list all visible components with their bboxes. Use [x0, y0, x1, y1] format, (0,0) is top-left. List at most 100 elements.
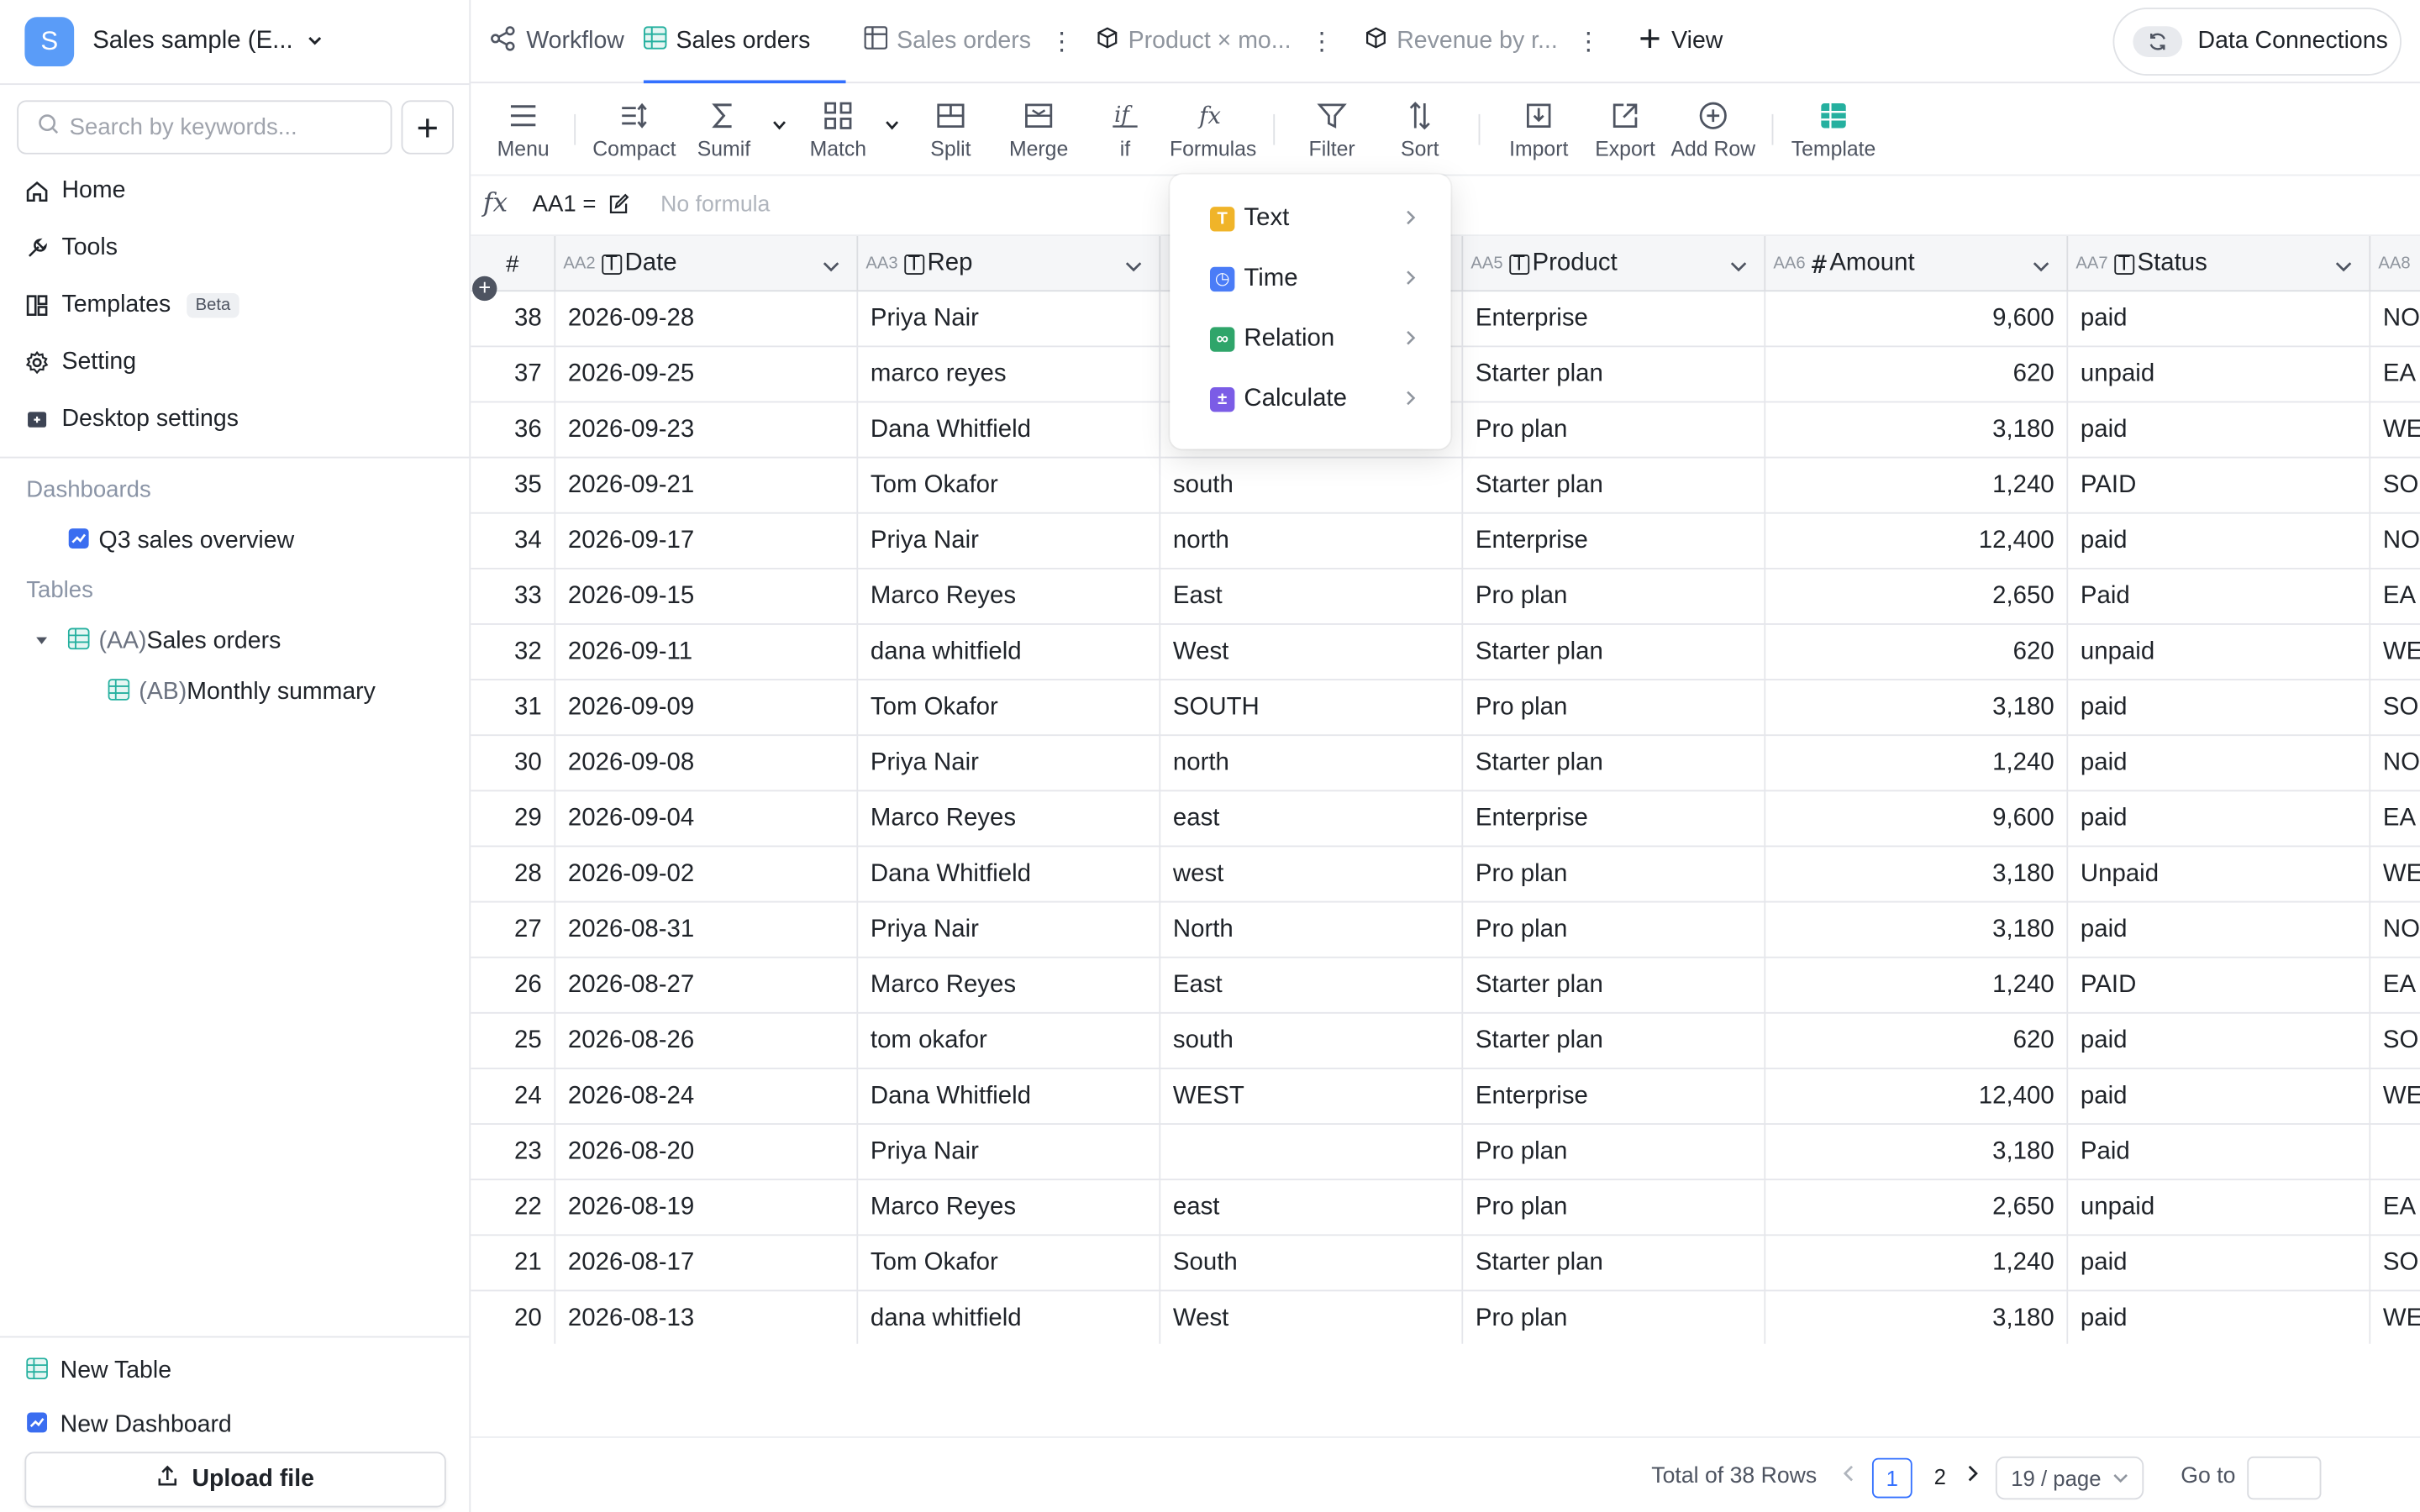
cell-aa8[interactable]: NO [2370, 514, 2420, 570]
new-dashboard-button[interactable]: New Dashboard [26, 1407, 232, 1444]
cell-product[interactable]: Enterprise [1463, 791, 1766, 848]
cell-rep[interactable]: Marco Reyes [858, 569, 1161, 625]
cell-amount[interactable]: 9,600 [1765, 291, 2069, 348]
cell-date[interactable]: 2026-08-24 [555, 1068, 859, 1125]
cell-rep[interactable]: tom okafor [858, 1013, 1161, 1069]
data-connections-button[interactable]: Data Connections [2112, 8, 2402, 76]
new-table-button[interactable]: New Table [26, 1353, 171, 1390]
cell-index[interactable]: 22 [471, 1180, 556, 1236]
cell-aa8[interactable]: EA [2370, 1180, 2420, 1236]
cell-aa8[interactable]: SO [2370, 1236, 2420, 1291]
cell-rep[interactable]: Priya Nair [858, 1124, 1161, 1181]
cell-region[interactable] [1160, 1124, 1464, 1181]
formulas-button[interactable]: fx Formulas [1168, 99, 1258, 160]
cell-index[interactable]: 24 [471, 1068, 556, 1125]
cell-amount[interactable]: 1,240 [1765, 736, 2069, 792]
cell-rep[interactable]: Tom Okafor [858, 458, 1161, 514]
cell-date[interactable]: 2026-09-09 [555, 680, 859, 737]
goto-input[interactable] [2247, 1456, 2322, 1500]
cell-rep[interactable]: Tom Okafor [858, 1236, 1161, 1292]
cell-product[interactable]: Starter plan [1463, 958, 1766, 1014]
column-header-rep[interactable]: AA3 T Rep [858, 236, 1161, 292]
cell-date[interactable]: 2026-08-17 [555, 1236, 859, 1292]
cell-status[interactable]: unpaid [2068, 1180, 2371, 1236]
cell-product[interactable]: Starter plan [1463, 1236, 1766, 1292]
cell-region[interactable]: South [1160, 1236, 1464, 1292]
cell-region[interactable]: south [1160, 1013, 1464, 1069]
cell-aa8[interactable]: WE [2370, 847, 2420, 902]
cell-product[interactable]: Enterprise [1463, 291, 1766, 348]
cell-index[interactable]: 30 [471, 736, 556, 792]
cell-amount[interactable]: 12,400 [1765, 513, 2069, 570]
if-button[interactable]: if if [1107, 99, 1144, 160]
cell-date[interactable]: 2026-09-04 [555, 791, 859, 848]
upload-file-button[interactable]: Upload file [24, 1452, 446, 1508]
cell-index[interactable]: 20 [471, 1291, 556, 1344]
cell-amount[interactable]: 1,240 [1765, 1236, 2069, 1292]
column-header-date[interactable]: AA2 T Date [555, 236, 859, 292]
menu-item-time[interactable]: ◷ Time [1170, 251, 1450, 307]
cell-amount[interactable]: 620 [1765, 1013, 2069, 1069]
page-1-button[interactable]: 1 [1871, 1457, 1912, 1499]
cell-amount[interactable]: 3,180 [1765, 1291, 2069, 1344]
tab-workflow[interactable]: Workflow [489, 0, 624, 83]
cell-date[interactable]: 2026-08-26 [555, 1013, 859, 1069]
cell-amount[interactable]: 1,240 [1765, 458, 2069, 514]
cell-rep[interactable]: marco reyes [858, 347, 1161, 403]
add-row-button[interactable]: Add Row [1670, 99, 1756, 160]
cell-index[interactable]: 34 [471, 513, 556, 570]
cell-region[interactable]: West [1160, 1291, 1464, 1344]
cell-amount[interactable]: 2,650 [1765, 569, 2069, 625]
cell-aa8[interactable] [2370, 1125, 2420, 1180]
split-button[interactable]: Split [924, 99, 976, 160]
cell-status[interactable]: PAID [2068, 458, 2371, 514]
cell-status[interactable]: paid [2068, 1236, 2371, 1292]
sumif-dropdown-icon[interactable] [771, 118, 786, 135]
cell-product[interactable]: Pro plan [1463, 902, 1766, 958]
cell-date[interactable]: 2026-08-27 [555, 958, 859, 1014]
more-vertical-icon[interactable]: ⋮ [1576, 26, 1601, 57]
cell-rep[interactable]: Dana Whitfield [858, 402, 1161, 459]
cell-rep[interactable]: dana whitfield [858, 1291, 1161, 1344]
add-button[interactable] [401, 100, 454, 155]
tab-revenue-pivot[interactable]: Revenue by r... ⋮ [1365, 0, 1601, 83]
cell-rep[interactable]: dana whitfield [858, 624, 1161, 680]
cell-rep[interactable]: Priya Nair [858, 513, 1161, 570]
template-button[interactable]: Template [1787, 99, 1880, 160]
cell-amount[interactable]: 3,180 [1765, 902, 2069, 958]
cell-amount[interactable]: 620 [1765, 624, 2069, 680]
dashboard-item[interactable]: Q3 sales overview [68, 523, 294, 560]
cell-aa8[interactable]: WE [2370, 1291, 2420, 1343]
cell-index[interactable]: 36 [471, 402, 556, 459]
cell-aa8[interactable]: EA [2370, 791, 2420, 847]
cell-index[interactable]: 27 [471, 902, 556, 958]
cell-aa8[interactable]: SO [2370, 680, 2420, 736]
cell-status[interactable]: paid [2068, 1068, 2371, 1125]
cell-rep[interactable]: Marco Reyes [858, 791, 1161, 848]
cell-region[interactable]: SOUTH [1160, 680, 1464, 737]
cell-aa8[interactable]: EA [2370, 958, 2420, 1014]
sumif-button[interactable]: Sumif [693, 99, 755, 160]
page-2-button[interactable]: 2 [1920, 1458, 1960, 1499]
cell-status[interactable]: Unpaid [2068, 847, 2371, 903]
nav-home[interactable]: Home [24, 171, 125, 212]
export-button[interactable]: Export [1593, 99, 1658, 160]
cell-product[interactable]: Starter plan [1463, 1013, 1766, 1069]
cell-status[interactable]: PAID [2068, 958, 2371, 1014]
cell-status[interactable]: Paid [2068, 1124, 2371, 1181]
cell-status[interactable]: paid [2068, 513, 2371, 570]
more-vertical-icon[interactable]: ⋮ [1050, 26, 1074, 57]
cell-amount[interactable]: 9,600 [1765, 791, 2069, 848]
cell-index[interactable]: 35 [471, 458, 556, 514]
cell-amount[interactable]: 3,180 [1765, 402, 2069, 459]
cell-aa8[interactable]: NO [2370, 902, 2420, 958]
cell-date[interactable]: 2026-08-13 [555, 1291, 859, 1344]
cell-date[interactable]: 2026-09-28 [555, 291, 859, 348]
cell-date[interactable]: 2026-09-08 [555, 736, 859, 792]
cell-aa8[interactable]: SO [2370, 459, 2420, 514]
cell-product[interactable]: Starter plan [1463, 736, 1766, 792]
cell-aa8[interactable]: WE [2370, 625, 2420, 680]
cell-status[interactable]: paid [2068, 291, 2371, 348]
chevron-down-icon[interactable] [2031, 255, 2051, 282]
workspace-switcher[interactable]: S Sales sample (E... [24, 17, 324, 66]
